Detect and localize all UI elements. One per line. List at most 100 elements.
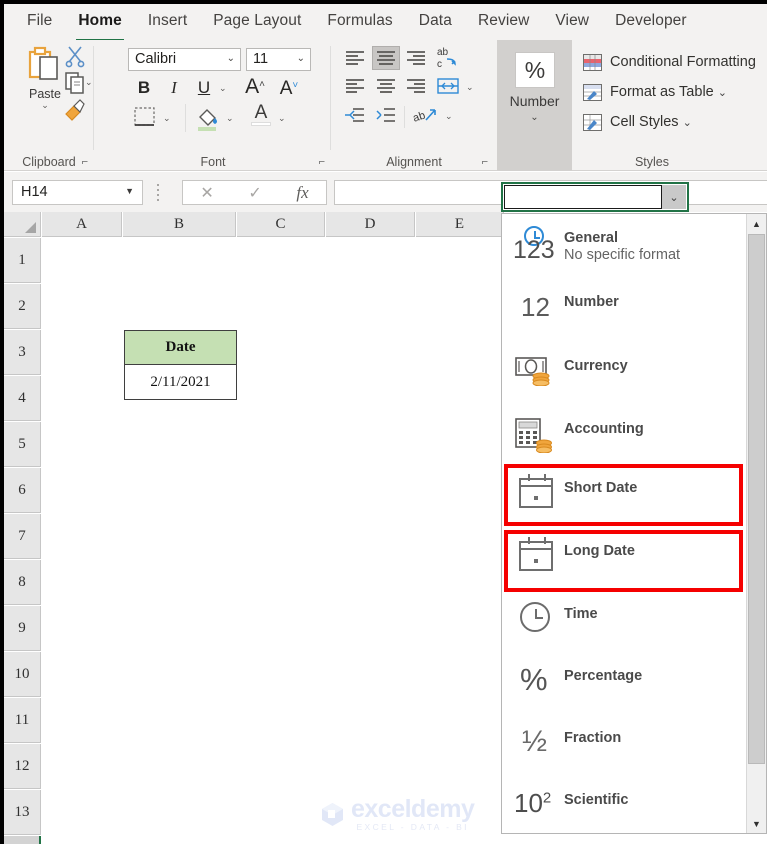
format-painter-icon[interactable] [62,98,88,124]
align-left-button[interactable] [343,77,368,99]
bold-button[interactable]: B [133,77,155,99]
number-format-combobox[interactable]: ⌄ [501,182,689,212]
underline-chevron-down-icon[interactable]: ⌄ [219,84,227,93]
dropdown-item-general[interactable]: 123 General No specific format [508,226,741,274]
cell-area[interactable]: Date 2/11/2021 [42,238,504,844]
orientation-icon[interactable]: ab [412,104,440,126]
number-format-combo-chevron-down-icon[interactable]: ⌄ [662,185,686,209]
row-header-5[interactable]: 5 [4,422,41,467]
clipboard-dialog-launcher[interactable]: ⌐ [82,156,88,168]
row-header-12[interactable]: 12 [4,744,41,789]
format-as-table-chevron-down-icon[interactable]: ⌄ [718,87,727,99]
align-middle-button[interactable] [372,46,400,70]
row-header-14[interactable]: 14 [4,836,41,844]
ribbon-group-number[interactable]: % Number ⌄ [497,40,572,171]
scroll-up-arrow-icon[interactable]: ▲ [747,214,766,233]
row-header-13[interactable]: 13 [4,790,41,835]
dropdown-item-short-date[interactable]: Short Date [508,474,741,518]
dropdown-item-fraction[interactable]: ½ Fraction [508,725,741,766]
number-format-dropdown[interactable]: 123 General No specific format 12 Number [501,213,767,834]
row-header-7[interactable]: 7 [4,514,41,559]
row-header-2[interactable]: 2 [4,284,41,329]
conditional-formatting-button[interactable]: Conditional Formatting [583,54,756,71]
row-header-10[interactable]: 10 [4,652,41,697]
dropdown-item-long-date[interactable]: Long Date [508,537,741,581]
scrollbar-thumb[interactable] [748,234,765,764]
cut-icon[interactable] [64,44,90,70]
divider [93,46,94,150]
row-header-8[interactable]: 8 [4,560,41,605]
format-as-table-button[interactable]: Format as Table ⌄ [583,84,727,101]
column-header-a[interactable]: A [42,212,122,237]
dropdown-item-accounting[interactable]: Accounting [508,417,741,459]
decrease-indent-button[interactable] [343,106,368,128]
tab-file[interactable]: File [14,8,65,36]
font-size-chevron-down-icon[interactable]: ⌄ [297,53,305,64]
fill-color-icon[interactable] [196,105,220,136]
borders-icon[interactable] [133,106,157,133]
underline-button[interactable]: U [193,77,215,99]
orientation-chevron-down-icon[interactable]: ⌄ [445,112,453,121]
tab-page-layout[interactable]: Page Layout [200,8,314,36]
column-header-c[interactable]: C [237,212,325,237]
number-chevron-down-icon[interactable]: ⌄ [497,112,572,123]
italic-button[interactable]: I [163,77,185,99]
tab-view[interactable]: View [542,8,602,36]
column-header-d[interactable]: D [326,212,415,237]
cancel-icon[interactable]: ✕ [200,183,213,203]
tab-data[interactable]: Data [406,8,465,36]
row-header-11[interactable]: 11 [4,698,41,743]
align-center-button[interactable] [374,77,399,99]
column-header-b[interactable]: B [123,212,236,237]
dropdown-item-time[interactable]: Time [508,602,741,642]
tab-home[interactable]: Home [65,8,134,40]
borders-chevron-down-icon[interactable]: ⌄ [163,114,171,123]
tab-developer[interactable]: Developer [602,8,700,36]
cell-styles-button[interactable]: Cell Styles ⌄ [583,114,692,131]
align-top-button[interactable] [343,48,368,70]
dropdown-item-number[interactable]: 12 Number [508,290,741,330]
enter-icon[interactable]: ✓ [248,183,261,203]
dropdown-item-percentage[interactable]: % Percentage [508,662,741,704]
increase-font-size-button[interactable]: A˄ [243,74,267,98]
font-name-input[interactable]: Calibri ⌄ [128,48,241,71]
column-header-e[interactable]: E [416,212,504,237]
font-name-chevron-down-icon[interactable]: ⌄ [227,53,235,64]
tab-insert[interactable]: Insert [135,8,200,36]
merge-center-icon[interactable] [436,76,461,98]
alignment-dialog-launcher[interactable]: ⌐ [482,156,488,168]
fill-color-chevron-down-icon[interactable]: ⌄ [226,114,234,123]
dropdown-scrollbar[interactable]: ▲ ▼ [746,214,766,833]
dropdown-item-scientific[interactable]: 102 Scientific [508,788,741,828]
font-color-icon[interactable]: A [251,103,271,126]
row-header-4[interactable]: 4 [4,376,41,421]
cell-b3[interactable]: Date [124,330,237,365]
copy-chevron-down-icon[interactable]: ⌄ [85,78,93,87]
insert-function-icon[interactable]: fx [296,183,308,203]
dropdown-item-currency[interactable]: Currency [508,354,741,394]
align-right-button[interactable] [404,77,429,99]
cell-styles-chevron-down-icon[interactable]: ⌄ [683,117,692,129]
scroll-down-arrow-icon[interactable]: ▼ [747,814,766,833]
tab-review[interactable]: Review [465,8,542,36]
font-color-chevron-down-icon[interactable]: ⌄ [278,114,286,123]
align-bottom-button[interactable] [404,48,429,70]
select-all-corner[interactable] [4,212,41,237]
row-header-9[interactable]: 9 [4,606,41,651]
formula-bar-grip[interactable] [157,184,161,201]
cell-b4[interactable]: 2/11/2021 [124,364,237,400]
number-format-icon[interactable]: % [515,52,555,88]
decrease-font-size-button[interactable]: A˅ [277,75,301,100]
font-dialog-launcher[interactable]: ⌐ [319,156,325,168]
font-size-input[interactable]: 11 ⌄ [246,48,311,71]
row-header-1[interactable]: 1 [4,238,41,283]
number-format-combo-input[interactable] [504,185,662,209]
name-box[interactable]: H14 ▼ [12,180,143,205]
row-header-3[interactable]: 3 [4,330,41,375]
wrap-text-icon[interactable]: ab c [435,45,463,70]
merge-chevron-down-icon[interactable]: ⌄ [466,83,474,92]
name-box-chevron-down-icon[interactable]: ▼ [125,186,134,196]
increase-indent-button[interactable] [374,106,399,128]
tab-formulas[interactable]: Formulas [314,8,405,36]
row-header-6[interactable]: 6 [4,468,41,513]
